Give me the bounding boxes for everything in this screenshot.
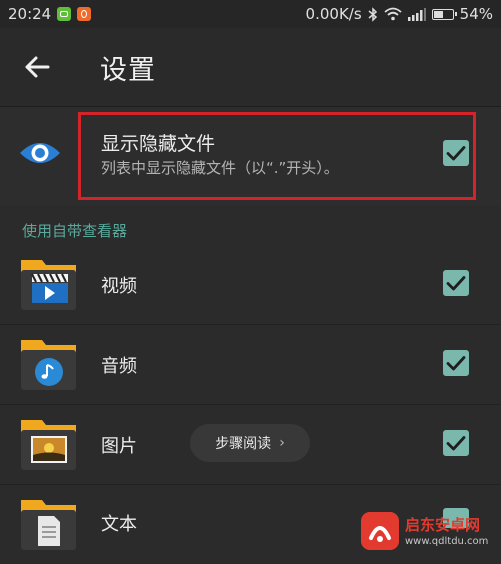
viewer-label-audio: 音频 xyxy=(101,356,137,377)
bluetooth-icon xyxy=(368,6,377,22)
wechat-notification-icon xyxy=(57,7,72,21)
show-hidden-files-title: 显示隐藏文件 xyxy=(101,133,216,155)
show-hidden-files-subtitle: 列表中显示隐藏文件（以“.”开头）。 xyxy=(101,159,339,177)
audio-viewer-checkbox[interactable] xyxy=(443,350,469,376)
check-icon xyxy=(446,356,466,371)
battery-percent: 54% xyxy=(459,5,493,23)
watermark-name: 启东安卓网 xyxy=(405,516,481,534)
video-viewer-checkbox[interactable] xyxy=(443,270,469,296)
status-bar: 20:24 0.00K/s 54% xyxy=(0,0,501,28)
show-hidden-files-row[interactable]: 显示隐藏文件 列表中显示隐藏文件（以“.”开头）。 xyxy=(0,107,501,205)
viewer-label-image: 图片 xyxy=(101,436,137,457)
step-reading-label: 步骤阅读 xyxy=(215,436,272,452)
network-speed: 0.00K/s xyxy=(305,5,362,23)
text-folder-icon xyxy=(21,500,76,550)
battery-icon xyxy=(431,8,457,20)
wifi-icon xyxy=(384,7,402,21)
page-title: 设置 xyxy=(100,55,156,86)
section-header-viewers: 使用自带查看器 xyxy=(22,222,128,240)
check-icon xyxy=(446,276,466,291)
watermark-logo-icon xyxy=(361,512,399,550)
image-viewer-checkbox[interactable] xyxy=(443,430,469,456)
status-time: 20:24 xyxy=(8,5,52,23)
eye-icon xyxy=(20,143,60,163)
watermark-url: www.qdltdu.com xyxy=(405,536,489,547)
image-folder-icon xyxy=(21,420,76,470)
back-arrow-icon[interactable] xyxy=(22,52,52,82)
signal-icon xyxy=(407,7,426,21)
viewer-row-audio[interactable]: 音频 xyxy=(0,324,501,405)
show-hidden-files-checkbox[interactable] xyxy=(443,140,469,166)
step-reading-button[interactable]: 步骤阅读 › xyxy=(190,424,310,462)
check-icon xyxy=(446,436,466,451)
video-folder-icon xyxy=(21,260,76,310)
app-bar: 设置 xyxy=(0,28,501,107)
app-notification-icon xyxy=(77,7,92,21)
viewer-label-video: 视频 xyxy=(101,276,137,297)
viewer-label-text: 文本 xyxy=(101,514,137,535)
check-icon xyxy=(446,146,466,161)
chevron-right-icon: › xyxy=(279,435,285,451)
watermark: 启东安卓网 www.qdltdu.com xyxy=(361,510,491,558)
viewer-row-video[interactable]: 视频 xyxy=(0,244,501,325)
highlight-box xyxy=(78,112,476,200)
audio-folder-icon xyxy=(21,340,76,390)
